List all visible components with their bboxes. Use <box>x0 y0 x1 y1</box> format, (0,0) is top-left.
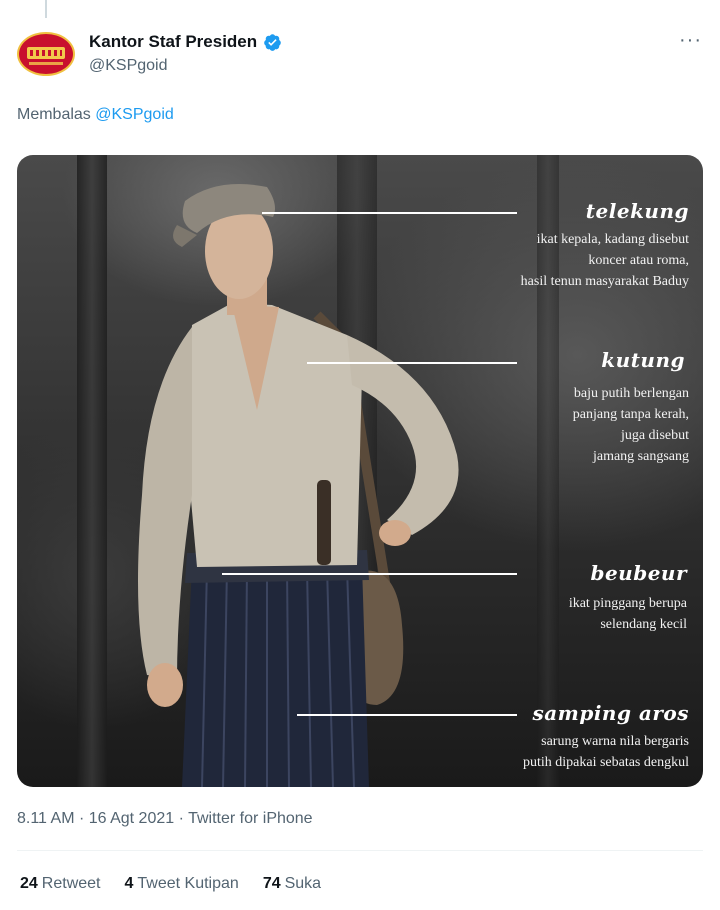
quote-stat[interactable]: 4 Tweet Kutipan <box>125 875 239 893</box>
tweet-timestamp[interactable]: 8.11 AM · 16 Agt 2021 · Twitter for iPho… <box>17 810 313 828</box>
label-title-beubeur: beubeur <box>590 561 687 585</box>
author-row[interactable]: Kantor Staf Presiden <box>89 32 282 52</box>
more-options-button[interactable]: ··· <box>679 30 702 50</box>
reply-prefix: Membalas <box>17 106 91 123</box>
reply-to-link[interactable]: @KSPgoid <box>95 106 174 123</box>
label-desc-telekung: ikat kepala, kadang disebut koncer atau … <box>520 232 689 289</box>
leader-line-kutung <box>307 362 517 364</box>
quote-label: Tweet Kutipan <box>137 875 239 892</box>
tweet-stats: 24 Retweet 4 Tweet Kutipan 74 Suka <box>20 875 321 893</box>
retweet-label: Retweet <box>41 875 101 892</box>
label-title-telekung: telekung <box>585 199 689 223</box>
leader-line-beubeur <box>222 573 517 575</box>
label-title-samping-aros: samping aros <box>532 701 689 725</box>
label-desc-kutung: baju putih berlengan panjang tanpa kerah… <box>572 386 689 464</box>
label-title-kutung: kutung <box>601 348 685 372</box>
retweet-stat[interactable]: 24 Retweet <box>20 875 101 893</box>
label-desc-beubeur: ikat pinggang berupa selendang kecil <box>568 596 687 632</box>
verified-badge-icon <box>264 33 281 51</box>
avatar[interactable] <box>17 32 75 76</box>
more-icon[interactable]: ··· <box>679 29 702 51</box>
author-name[interactable]: Kantor Staf Presiden <box>89 32 257 52</box>
like-stat[interactable]: 74 Suka <box>263 875 321 893</box>
leader-line-telekung <box>262 212 517 214</box>
divider <box>17 850 703 851</box>
label-desc-samping-aros: sarung warna nila bergaris putih dipakai… <box>522 734 689 770</box>
leader-line-samping-aros <box>297 714 517 716</box>
like-label: Suka <box>284 875 322 892</box>
reply-context: Membalas @KSPgoid <box>17 106 174 124</box>
quote-count: 4 <box>124 875 134 892</box>
retweet-count: 24 <box>20 875 38 892</box>
author-handle[interactable]: @KSPgoid <box>89 57 168 75</box>
like-count: 74 <box>262 875 281 892</box>
tweet-image[interactable]: telekung ikat kepala, kadang disebut kon… <box>17 155 703 787</box>
thread-line <box>45 0 47 18</box>
